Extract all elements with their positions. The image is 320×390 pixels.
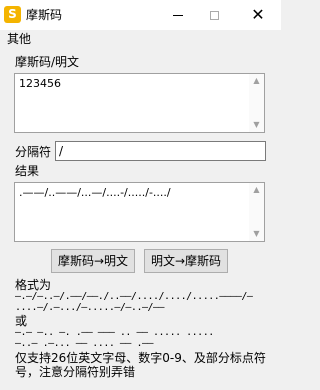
- title-bar: S 摩斯码 ✕: [0, 0, 281, 30]
- input-label: 摩斯码/明文: [15, 55, 80, 69]
- result-text: .——/..——/...—/....-/...../-..../: [19, 186, 171, 199]
- maximize-button[interactable]: [196, 0, 232, 30]
- result-textarea[interactable]: .——/..——/...—/....-/...../-..../ ▲ ▼: [14, 182, 265, 242]
- input-text: 123456: [19, 77, 61, 90]
- morse-code-window: S 摩斯码 ✕ 其他 摩斯码/明文 123456 ▲ ▼ 分隔符 / 结果 .—…: [0, 0, 281, 390]
- minimize-icon: [173, 14, 183, 16]
- text-to-morse-button[interactable]: 明文→摩斯码: [144, 249, 228, 273]
- separator-input[interactable]: /: [55, 141, 266, 161]
- menu-item-other[interactable]: 其他: [7, 31, 31, 47]
- scroll-down-icon[interactable]: ▼: [249, 118, 264, 132]
- close-icon: ✕: [251, 5, 265, 24]
- close-button[interactable]: ✕: [240, 0, 276, 30]
- scroll-down-icon[interactable]: ▼: [249, 227, 264, 241]
- result-label: 结果: [15, 164, 40, 178]
- result-scrollbar[interactable]: ▲ ▼: [249, 183, 264, 241]
- input-scrollbar[interactable]: ▲ ▼: [249, 74, 264, 132]
- separator-label: 分隔符: [15, 145, 52, 159]
- maximize-icon: [209, 10, 219, 20]
- menu-bar: 其他: [0, 30, 281, 48]
- minimize-button[interactable]: [160, 0, 196, 30]
- morse-to-text-button[interactable]: 摩斯码→明文: [51, 249, 135, 273]
- window-title: 摩斯码: [26, 8, 63, 22]
- scroll-up-icon[interactable]: ▲: [249, 183, 264, 197]
- example2-line2: —..— .—... —— .... —— .——: [15, 338, 154, 349]
- app-icon: S: [4, 6, 21, 23]
- note-line2: 号，注意分隔符别弄错: [15, 365, 136, 379]
- scroll-up-icon[interactable]: ▲: [249, 74, 264, 88]
- example1-line2: ....—/.—.../—.....—/—..—/——: [15, 302, 165, 313]
- input-textarea[interactable]: 123456 ▲ ▼: [14, 73, 265, 133]
